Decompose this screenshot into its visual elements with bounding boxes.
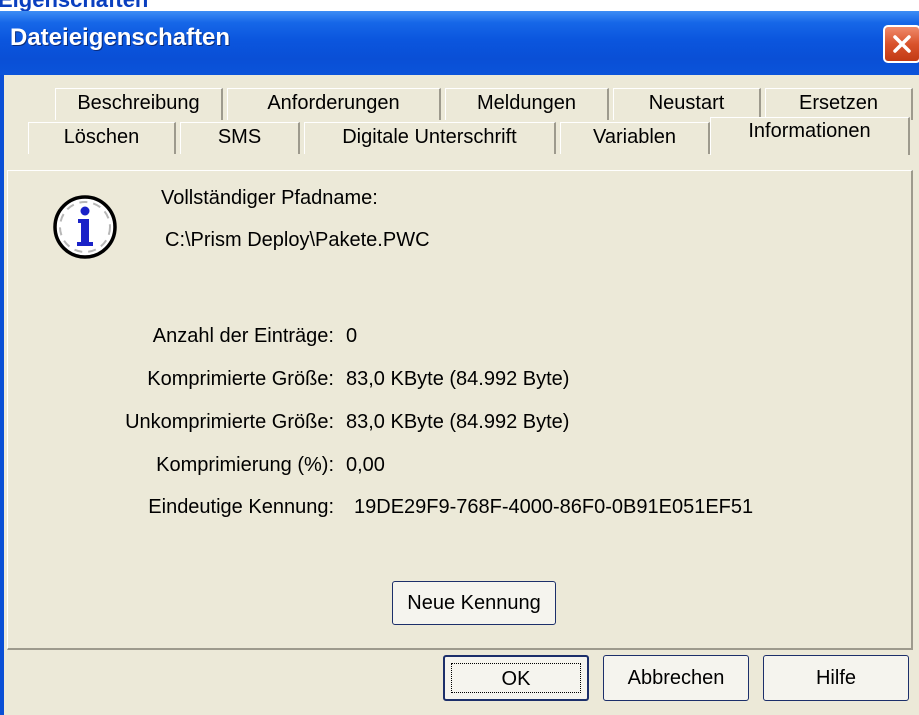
- tab-label: Digitale Unterschrift: [342, 126, 517, 148]
- tab-label: Beschreibung: [77, 92, 200, 114]
- compression-value: 0,00: [346, 454, 385, 476]
- tab-neustart[interactable]: Neustart: [613, 88, 761, 120]
- background-window-title: Eigenschaften: [0, 0, 919, 11]
- uncompressed-size-label: Unkomprimierte Größe:: [125, 411, 334, 433]
- tab-loeschen[interactable]: Löschen: [28, 122, 176, 154]
- tab-ersetzen[interactable]: Ersetzen: [765, 88, 913, 120]
- tab-label: Anforderungen: [267, 92, 400, 114]
- uncompressed-size-value: 83,0 KByte (84.992 Byte): [346, 411, 570, 433]
- tab-sms[interactable]: SMS: [180, 122, 300, 154]
- unique-id-label: Eindeutige Kennung:: [148, 496, 334, 518]
- tab-anforderungen[interactable]: Anforderungen: [227, 88, 441, 120]
- tab-label: Informationen: [748, 120, 871, 142]
- entries-label: Anzahl der Einträge:: [152, 325, 334, 347]
- tab-label: Löschen: [63, 126, 140, 148]
- tab-label: Meldungen: [477, 92, 576, 114]
- tab-label: SMS: [217, 126, 262, 148]
- ok-button[interactable]: OK: [443, 655, 589, 701]
- tab-label: Neustart: [648, 92, 725, 114]
- close-x-icon: [893, 35, 911, 53]
- informationen-panel: [7, 170, 913, 650]
- dialog-client-area: Beschreibung Anforderungen Meldungen Neu…: [4, 75, 919, 715]
- tab-label: Variablen: [592, 126, 677, 148]
- compressed-size-label: Komprimierte Größe:: [147, 368, 334, 390]
- background-title-text: Eigenschaften: [0, 0, 148, 11]
- compression-label: Komprimierung (%):: [156, 454, 334, 476]
- info-icon: [53, 195, 117, 259]
- cancel-button[interactable]: Abbrechen: [603, 655, 749, 701]
- entries-value: 0: [346, 325, 358, 347]
- tab-digitale-unterschrift[interactable]: Digitale Unterschrift: [304, 122, 556, 154]
- new-id-button[interactable]: Neue Kennung: [392, 581, 556, 625]
- tab-informationen[interactable]: Informationen: [710, 117, 910, 155]
- compressed-size-value: 83,0 KByte (84.992 Byte): [346, 368, 570, 390]
- tab-beschreibung[interactable]: Beschreibung: [55, 88, 223, 120]
- path-label: Vollständiger Pfadname:: [161, 187, 378, 209]
- title-bar[interactable]: Dateieigenschaften: [0, 11, 919, 75]
- tab-label: Ersetzen: [799, 92, 878, 114]
- ok-label: OK: [501, 668, 531, 690]
- dialog-title: Dateieigenschaften: [10, 24, 231, 51]
- close-button[interactable]: [883, 25, 919, 63]
- path-value: C:\Prism Deploy\Pakete.PWC: [165, 229, 430, 251]
- tab-meldungen[interactable]: Meldungen: [445, 88, 609, 120]
- help-button[interactable]: Hilfe: [763, 655, 909, 701]
- tab-variablen[interactable]: Variablen: [560, 122, 710, 154]
- properties-dialog: Dateieigenschaften Beschreibung Anforder…: [0, 11, 919, 715]
- unique-id-value: 19DE29F9-768F-4000-86F0-0B91E051EF51: [354, 496, 754, 518]
